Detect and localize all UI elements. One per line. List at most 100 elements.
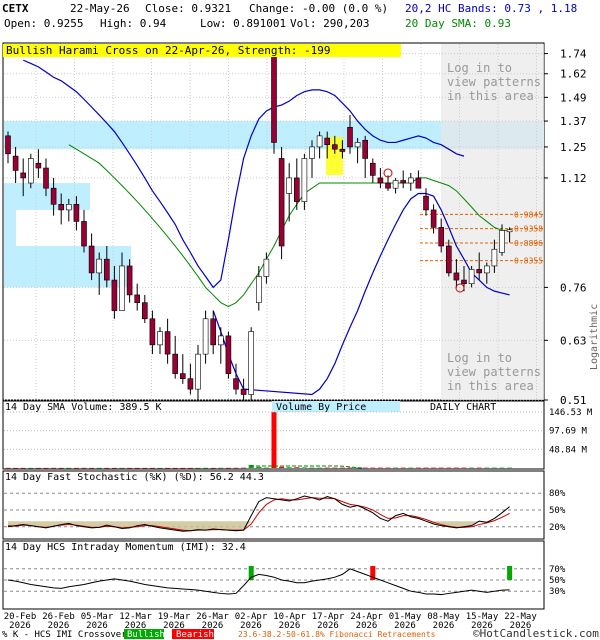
candle-body [491, 248, 498, 267]
volume-bar [104, 467, 110, 469]
candle-body [385, 182, 391, 189]
candle-body [271, 56, 277, 143]
volume-bar [469, 467, 475, 469]
volume-bar [5, 467, 11, 469]
header: CETX 22-May-26 Close: 0.9321 Change: -0.… [2, 2, 577, 30]
candle-body [293, 177, 300, 202]
candle-body [377, 177, 384, 184]
candle-body [476, 269, 483, 274]
volume-bar [28, 467, 34, 469]
vbp-bar [4, 209, 16, 247]
candle-body [461, 279, 467, 285]
volume-title: 14 Day SMA Volume: 389.5 K [5, 402, 162, 413]
price-tick-label: 1.37 [560, 115, 587, 128]
momentum-tick-label: 50% [549, 576, 566, 586]
stock-chart: CETX 22-May-26 Close: 0.9321 Change: -0.… [2, 2, 600, 640]
volume-bar [218, 467, 224, 469]
candle-body [126, 265, 133, 296]
volume-bar [157, 467, 163, 469]
low-value: Low: 0.891001 [200, 17, 286, 30]
legend-crossover: % K - HCS IMI Crossover: [2, 630, 132, 640]
bands-value: 20,2 HC Bands: 0.73 , 1.18 [405, 2, 577, 15]
candle-body [347, 127, 353, 148]
momentum-tick-label: 30% [549, 587, 566, 597]
volume-bar [286, 467, 292, 468]
volume-bar [438, 467, 444, 469]
candle-body [104, 258, 110, 281]
candle-body [430, 209, 437, 228]
volume-bar [96, 467, 102, 469]
candle-body [50, 187, 57, 205]
candle-body [453, 272, 460, 281]
candle-body [415, 177, 422, 189]
bullish-crossover-marker [507, 566, 513, 580]
volume-bar [149, 467, 155, 469]
candle-body [506, 229, 513, 233]
open-value: Open: 0.9255 [4, 17, 83, 30]
volume-bar [301, 467, 307, 468]
candle-body [149, 318, 156, 346]
candle-body [58, 204, 65, 211]
candle-body [164, 331, 171, 355]
candle-body [233, 378, 239, 390]
volume-bar [271, 412, 277, 468]
volume-bar [89, 467, 95, 469]
login-line-1: Log in to [447, 61, 512, 75]
volume-bar [43, 467, 49, 469]
candle-body [240, 388, 247, 395]
candle-body [331, 144, 338, 150]
volume-bar [385, 467, 391, 469]
stochastic-tick-label: 50% [549, 506, 566, 516]
volume-bar [142, 467, 148, 469]
candle-body [202, 318, 209, 355]
close-value: Close: 0.9321 [145, 2, 231, 15]
high-value: High: 0.94 [100, 17, 167, 30]
candle-body [255, 276, 262, 303]
candle-body [96, 258, 102, 274]
candle-body [369, 162, 376, 176]
candle-body [20, 172, 27, 179]
price-tick-label: 1.49 [560, 91, 587, 104]
volume-bar [172, 467, 178, 469]
volume-tick-label: 48.84 M [549, 445, 588, 455]
candle-body [111, 279, 118, 311]
login-line-2: view patterns [447, 75, 541, 89]
volume-bar [423, 467, 429, 469]
candle-body [324, 137, 331, 145]
candle-body [172, 353, 178, 374]
legend-fib: 23.6-38.2-50-61.8% Fibonacci Retracement… [238, 630, 436, 639]
volume-bar [111, 467, 117, 469]
volume-bar [35, 467, 41, 469]
candle-body [248, 331, 254, 395]
sma20-value: 20 Day SMA: 0.93 [405, 17, 511, 30]
candle-body [134, 294, 140, 303]
candle-body [339, 148, 346, 152]
volume-bar [347, 467, 353, 469]
symbol: CETX [2, 2, 29, 15]
candle-body [66, 204, 72, 211]
logarithmic-label: Logarithmic [589, 304, 600, 370]
volume-bar [134, 467, 140, 469]
date: 22-May-26 [70, 2, 130, 15]
volume-bar [203, 467, 209, 469]
candle-body [316, 135, 323, 148]
volume-bar [294, 467, 300, 468]
volume-bar [263, 467, 269, 469]
volume-bar [400, 467, 406, 469]
candle-body [301, 158, 308, 202]
candle-body [218, 335, 224, 346]
fib-label: 0.9358 [514, 225, 543, 234]
login-line-3: in this area [447, 89, 534, 103]
date-year-label: 2026 [433, 621, 455, 631]
volume-bar [453, 467, 459, 469]
volume-by-price-label: Volume By Price [276, 402, 366, 413]
candle-body [407, 177, 414, 184]
candle-body [35, 162, 42, 169]
volume-bar [119, 467, 125, 469]
candle-body [278, 158, 285, 247]
login-line-3: in this area [447, 379, 534, 393]
candle-body [81, 221, 87, 247]
candle-body [309, 146, 315, 159]
candle-body [445, 245, 452, 274]
volume-tick-label: 146.53 M [549, 408, 593, 418]
